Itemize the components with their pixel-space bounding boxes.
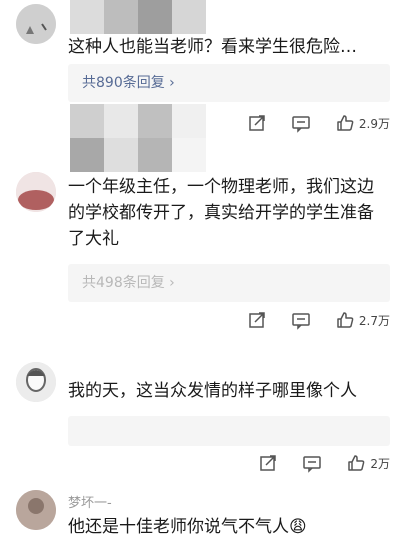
like-count: 2.9万 (358, 116, 390, 131)
like-count: 2万 (370, 456, 390, 471)
share-icon[interactable] (247, 310, 267, 330)
avatar[interactable] (16, 4, 56, 44)
comment-actions: 2万 (258, 452, 390, 474)
comment-4: 梦坏一- 他还是十佳老师你说气不气人😩 (0, 480, 406, 545)
comment-text: 他还是十佳老师你说气不气人😩 (68, 517, 307, 537)
view-replies-link[interactable]: 共890条回复 › (68, 64, 390, 102)
like-count: 2.7万 (358, 313, 390, 328)
avatar[interactable] (16, 362, 56, 402)
share-icon[interactable] (258, 453, 278, 473)
comment-text: 一个年级主任，一个物理老师，我们这边的学校都传开了，真实给开学的学生准备了大礼 (68, 177, 374, 249)
username[interactable]: 梦坏一- (68, 492, 112, 511)
comment-actions: 2.7万 (247, 309, 390, 331)
like-button[interactable]: 2.9万 (335, 113, 390, 133)
comment-icon[interactable] (291, 310, 311, 330)
comment-icon[interactable] (302, 453, 322, 473)
like-button[interactable]: 2.7万 (335, 310, 390, 330)
reply-count: 共498条回复 › (82, 275, 175, 291)
thumbs-up-icon (348, 455, 365, 471)
comment-icon[interactable] (291, 113, 311, 133)
thumbs-up-icon (337, 115, 354, 131)
thumbs-up-icon (337, 312, 354, 328)
comment-actions: 2.9万 (247, 112, 390, 134)
comment-3: 我的天，这当众发情的样子哪里像个人 2万 (0, 340, 406, 480)
comment-2: 一个年级主任，一个物理老师，我们这边的学校都传开了，真实给开学的学生准备了大礼 … (0, 104, 406, 340)
reply-panel (68, 416, 390, 446)
mosaic-blur-1 (70, 0, 206, 34)
like-button[interactable]: 2万 (346, 453, 390, 473)
avatar[interactable] (16, 172, 56, 212)
share-icon[interactable] (247, 113, 267, 133)
comment-text: 这种人也能当老师？看来学生很危险… (68, 37, 357, 57)
mosaic-blur-2 (70, 104, 206, 172)
avatar[interactable] (16, 490, 56, 530)
comment-text: 我的天，这当众发情的样子哪里像个人 (68, 381, 357, 401)
view-replies-link[interactable]: 共498条回复 › (68, 264, 390, 302)
